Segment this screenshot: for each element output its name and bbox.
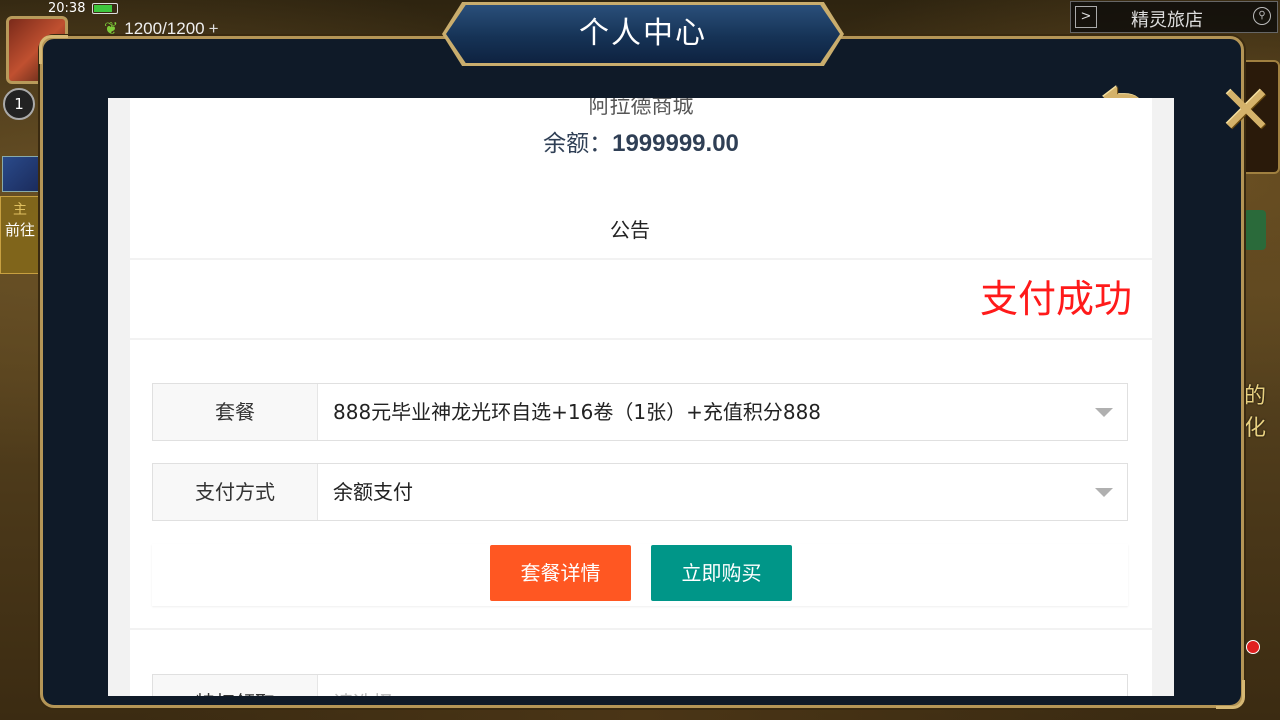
chevron-down-icon — [1095, 488, 1113, 497]
right-partial-text: 的化 — [1244, 384, 1267, 441]
package-value: 888元毕业神龙光环自选+16卷（1张）+充值积分888 — [333, 400, 822, 424]
button-bar — [152, 544, 1128, 606]
quest-icon: 主 — [13, 202, 27, 218]
battery-icon — [92, 3, 118, 14]
level-badge: 1 — [3, 88, 35, 120]
package-label: 套餐 — [153, 384, 318, 440]
balance-value: 1999999.00 — [612, 130, 739, 157]
search-icon[interactable]: ⚲ — [1253, 7, 1271, 25]
modal-title: 个人中心 — [579, 16, 707, 51]
expand-arrow-icon[interactable]: > — [1075, 6, 1097, 28]
location-name: 精灵旅店 — [1131, 10, 1203, 31]
privilege-label: 特权领取 — [153, 675, 318, 696]
shop-name: 阿拉德商城 — [588, 98, 694, 118]
goto-button[interactable]: 主 前往 — [0, 196, 40, 274]
shop-webview[interactable]: 阿拉德商城 余额：1999999.00 公告 支付成功 套餐 888元毕业神龙光… — [108, 98, 1174, 696]
close-icon[interactable]: ✕ — [1217, 78, 1275, 144]
chevron-down-icon — [1095, 408, 1113, 417]
payment-method-select[interactable]: 支付方式 余额支付 — [152, 463, 1128, 521]
notification-dot-icon — [1246, 640, 1260, 654]
status-time: 20:38 — [48, 1, 86, 16]
notice-marquee: 支付成功 — [980, 277, 1130, 321]
privilege-select[interactable]: 特权领取 请选择 — [152, 674, 1128, 696]
goto-label: 前往 — [4, 221, 35, 239]
package-select[interactable]: 套餐 888元毕业神龙光环自选+16卷（1张）+充值积分888 — [152, 383, 1128, 441]
payment-label: 支付方式 — [153, 464, 318, 520]
skill-icon[interactable] — [2, 156, 42, 192]
payment-value: 余额支付 — [333, 480, 413, 504]
balance-label: 余额： — [543, 131, 613, 157]
notice-title: 公告 — [610, 218, 650, 242]
buy-now-button[interactable]: 立即购买 — [651, 545, 792, 601]
location-bar[interactable]: > 精灵旅店 ⚲ — [1070, 1, 1278, 33]
package-detail-button[interactable]: 套餐详情 — [490, 545, 631, 601]
privilege-placeholder: 请选择 — [333, 675, 393, 696]
right-nav-arrow-icon[interactable] — [1244, 210, 1266, 250]
balance-text: 余额：1999999.00 — [108, 124, 1174, 158]
